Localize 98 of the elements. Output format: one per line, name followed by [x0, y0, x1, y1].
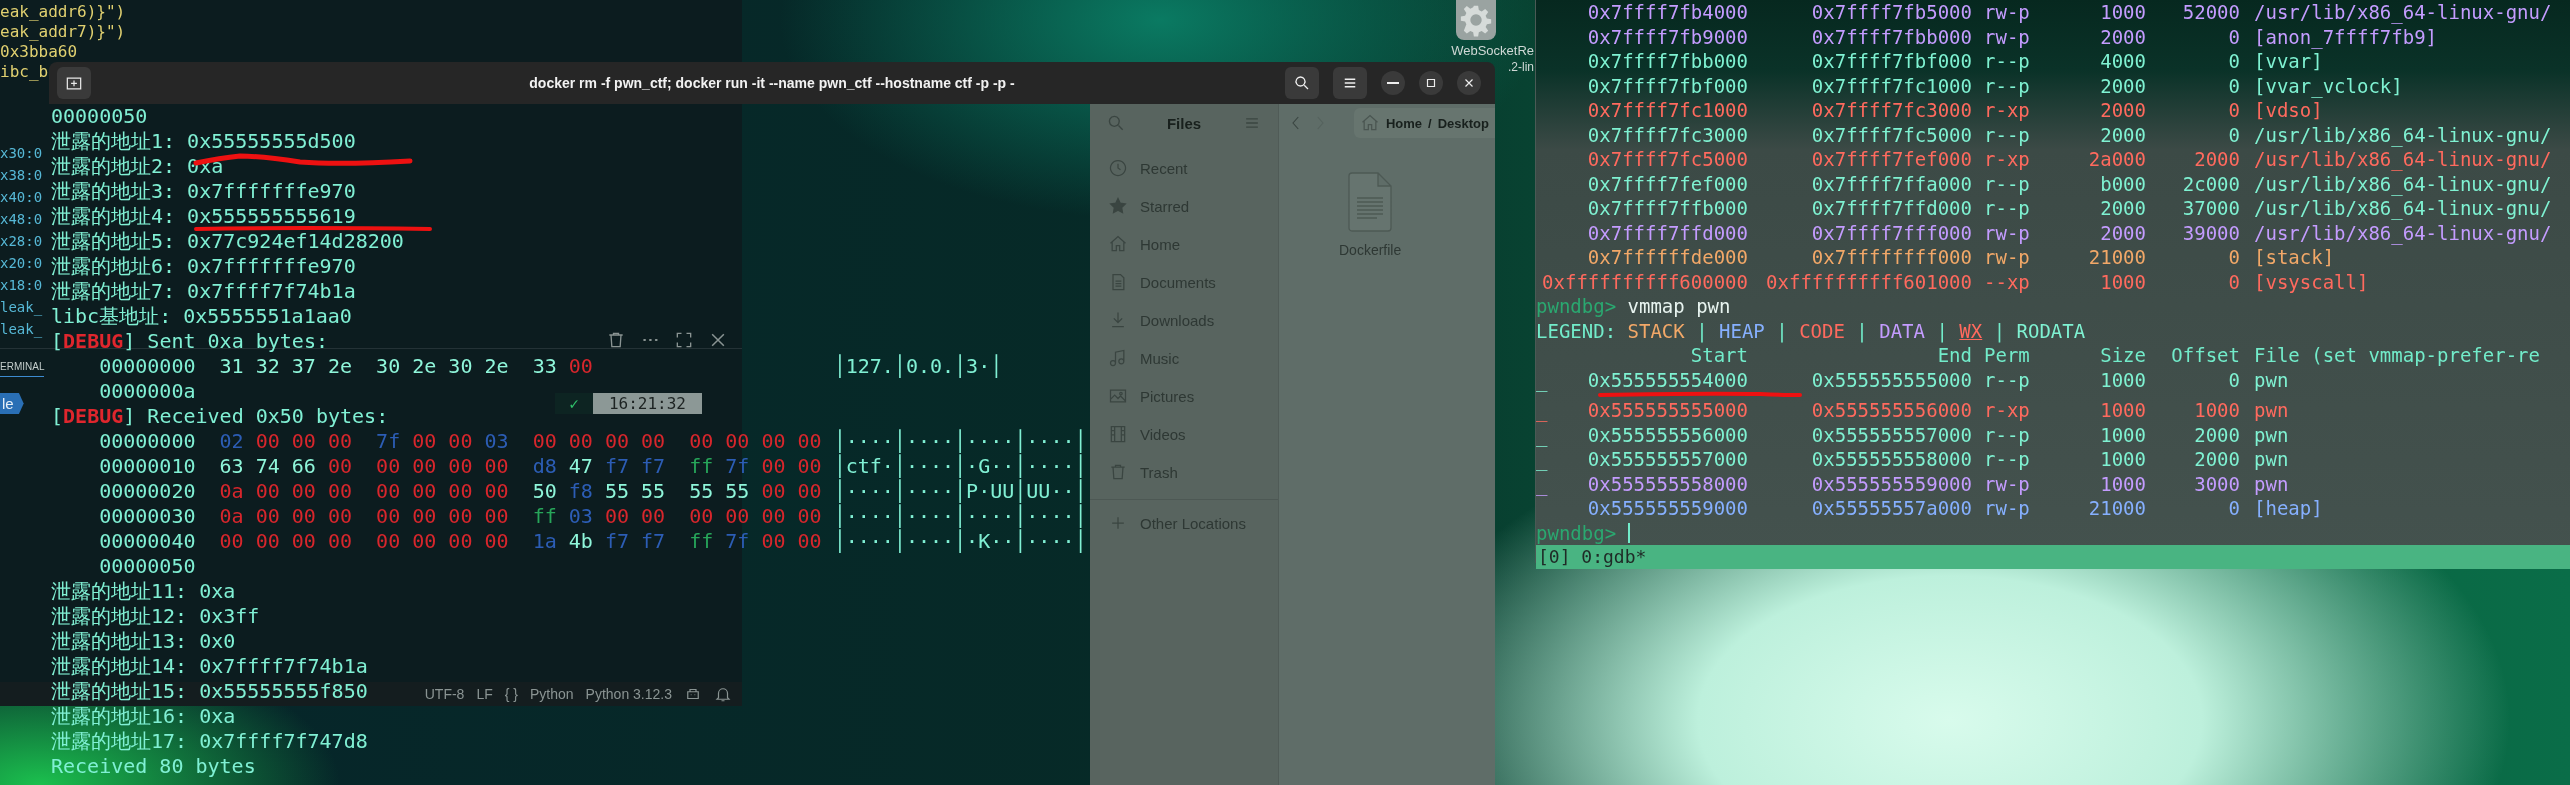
terminal-line: 泄露的地址3: 0x7fffffffe970: [51, 179, 356, 203]
time-segment: 16:21:32: [592, 393, 702, 414]
panel-tab[interactable]: ERMINAL: [0, 357, 45, 377]
terminal-line: 泄露的地址16: 0xa: [51, 704, 236, 728]
tmux-status-bar: [0] 0:gdb*: [1536, 545, 2570, 569]
hexdump-row-text: 00000050: [98, 554, 197, 579]
new-tab-button[interactable]: [57, 67, 91, 99]
desktop-icon-label[interactable]: WebSocketRe: [1451, 42, 1534, 59]
code-line: eak_addr6)}"): [0, 2, 126, 22]
hexdump-row-text: 0000000a: [98, 379, 197, 404]
terminal-line: 泄露的地址14: 0x7ffff7f74b1a: [51, 654, 368, 678]
terminal-line: [DEBUG] Sent 0xa bytes:: [51, 329, 328, 353]
terminal-line: 泄露的地址7: 0x7ffff7f74b1a: [51, 279, 356, 303]
memory-map-row-text: 0x7ffff7fc3000 0x7ffff7fc5000 r--p 2000 0 /usr/lib/x86_64-linux-gnu/: [1586, 122, 2553, 147]
code-line: x18:0: [0, 276, 43, 295]
terminal-line: 00000050: [51, 104, 148, 128]
film-icon: [1108, 424, 1128, 444]
memory-map-row-text: 0x555555559000 0x55555557a000 rw-p 21000 0 [heap]: [1586, 496, 2324, 521]
code-line: leak_: [0, 320, 43, 340]
window-title: docker rm -f pwn_ctf; docker run -it --name pwn_ctf --hostname ctf -p -p -: [529, 75, 1015, 91]
maximize-icon: [1424, 76, 1438, 90]
code-line: x28:0: [0, 232, 43, 251]
bell-icon[interactable]: [714, 685, 732, 703]
code-line: ibc_b: [0, 62, 49, 82]
table-header: Start End Perm Size Offset File (set vmmap-prefer-re: [1689, 343, 2541, 368]
trash-icon: [1108, 462, 1128, 482]
memory-map-row-text: 0x7ffff7ffd000 0x7ffff7fff000 rw-p 2000 39000 /usr/lib/x86_64-linux-gnu/: [1586, 220, 2553, 245]
breadcrumb-item[interactable]: Home: [1385, 115, 1423, 131]
memory-map-row-text: 0x7ffffffde000 0x7ffffffff000 rw-p 21000 0 [stack]: [1586, 245, 2336, 270]
memory-map-row-text: 0x7ffff7fbf000 0x7ffff7fc1000 r--p 2000 0 [vvar_vclock]: [1586, 73, 2404, 98]
hexdump-row-text: 00000000 31 32 37 2e 30 2e 30 2e 33 00 │127.│0.0.│3·│: [98, 354, 1003, 379]
memory-map-row-text: 0x7ffff7fbb000 0x7ffff7fbf000 r--p 4000 0 [vvar]: [1586, 49, 2324, 74]
hexdump-row-text: 00000040 00 00 00 00 00 00 00 00 1a 4b f7 f7 ff 7f 00 00 │····│····│·K··│····│: [98, 529, 1087, 554]
maximize-icon[interactable]: [674, 330, 694, 350]
close-button[interactable]: [1457, 71, 1481, 95]
code-line: eak_addr7)}"): [0, 22, 126, 42]
hexdump-row-text: 00000030 0a 00 00 00 00 00 00 00 ff 03 00 00 00 00 00 00 │····│····│····│····│: [98, 504, 1087, 529]
text-cursor: [1627, 522, 1630, 543]
prompt-line: pwndbg>: [1536, 520, 1617, 545]
memory-map-row-text: 0x7ffff7fb9000 0x7ffff7fbb000 rw-p 2000 0 [anon_7ffff7fb9]: [1586, 24, 2439, 49]
status-item[interactable]: Python 3.12.3: [585, 686, 672, 702]
terminal-line: 泄露的地址1: 0x55555555d500: [51, 129, 356, 153]
terminal-line: 泄露的地址13: 0x0: [51, 629, 236, 653]
status-item[interactable]: Python: [530, 686, 574, 702]
legend-line: LEGEND: STACK | HEAP | CODE | DATA | WX | RODATA: [1536, 318, 2087, 343]
memory-map-row-text: 0x7ffff7fb4000 0x7ffff7fb5000 rw-p 1000 52000 /usr/lib/x86_64-linux-gnu/: [1586, 0, 2553, 25]
terminal-line: 泄露的地址15: 0x55555555f850: [51, 679, 368, 703]
terminal-line: libc基地址: 0x5555551a1aa0: [51, 304, 352, 328]
status-item[interactable]: LF: [476, 686, 493, 702]
prompt-line: pwndbg> vmmap pwn: [1536, 294, 1732, 319]
search-button[interactable]: [1285, 67, 1319, 99]
app-title: Files: [1166, 114, 1202, 132]
terminal-line: 泄露的地址6: 0x7fffffffe970: [51, 254, 356, 278]
memory-map-row-text: _ 0x555555558000 0x555555559000 rw-p 1000 3000 pwn: [1536, 471, 2290, 496]
memory-map-row-text: 0x7ffff7fc5000 0x7ffff7fef000 r-xp 2a000 2000 /usr/lib/x86_64-linux-gnu/: [1586, 147, 2553, 172]
menu-button[interactable]: [1333, 67, 1367, 99]
minimize-button[interactable]: [1381, 71, 1405, 95]
memory-map-row-text: 0xffffffffff600000 0xffffffffff601000 --xp 1000 0 [vsyscall]: [1541, 269, 2370, 294]
tab-badge[interactable]: le: [0, 393, 24, 414]
breadcrumb-separator: /: [1428, 115, 1432, 131]
home-icon: [1359, 113, 1380, 133]
minimize-icon: [1387, 82, 1399, 84]
terminal-line: 泄露的地址11: 0xa: [51, 579, 236, 603]
terminal-line: 泄露的地址4: 0x555555555619: [51, 204, 356, 228]
status-segment: ✓: [555, 393, 593, 414]
terminal-line: 泄露的地址5: 0x77c924ef14d28200: [51, 229, 404, 253]
star-icon: [1108, 196, 1128, 216]
code-line: x20:0: [0, 254, 43, 273]
memory-map-row-text: 0x7ffff7fc1000 0x7ffff7fc3000 r-xp 2000 0 [vdso]: [1586, 98, 2324, 123]
memory-map-row-text: 0x7ffff7ffb000 0x7ffff7ffd000 r--p 2000 37000 /usr/lib/x86_64-linux-gnu/: [1586, 196, 2553, 221]
memory-map-row-text: 0x7ffff7fef000 0x7ffff7ffa000 r--p b000 2c000 /usr/lib/x86_64-linux-gnu/: [1586, 171, 2553, 196]
memory-map-row-text: _ 0x555555555000 0x555555556000 r-xp 1000 1000 pwn: [1536, 398, 2290, 423]
hexdump-row-text: 00000000 02 00 00 00 7f 00 00 03 00 00 00 00 00 00 00 00 │····│····│····│····│: [98, 429, 1087, 454]
breadcrumb-item[interactable]: Desktop: [1437, 115, 1489, 131]
status-item[interactable]: { }: [504, 686, 518, 702]
hexdump-row-text: 00000010 63 74 66 00 00 00 00 00 d8 47 f7 f7 ff 7f 00 00 │ctf·│····│·G··│····│: [98, 454, 1087, 479]
terminal-line: Received 80 bytes: [51, 754, 256, 778]
code-line: x40:0: [0, 188, 43, 207]
status-item[interactable]: UTF-8: [424, 686, 465, 702]
code-line: leak_: [0, 298, 43, 318]
memory-map-row-text: _ 0x555555557000 0x555555558000 r--p 1000 2000 pwn: [1536, 447, 2290, 472]
trash-icon[interactable]: [606, 330, 626, 350]
maximize-button[interactable]: [1419, 71, 1443, 95]
terminal-line: 泄露的地址12: 0x3ff: [51, 604, 260, 628]
home-icon: [1108, 234, 1128, 254]
terminal-line: 泄露的地址17: 0x7ffff7f747d8: [51, 729, 368, 753]
hexdump-row-text: 00000020 0a 00 00 00 00 00 00 00 50 f8 55 55 55 55 00 00 │····│····│P·UU│UU··│: [98, 479, 1087, 504]
code-line: x30:0: [0, 144, 43, 163]
desktop-icon-label[interactable]: .2-lin: [1508, 59, 1534, 76]
terminal-line: [DEBUG] Received 0x50 bytes:: [51, 404, 389, 428]
memory-map-row-text: _ 0x555555556000 0x555555557000 r--p 1000 2000 pwn: [1536, 422, 2290, 447]
code-line: x48:0: [0, 210, 43, 229]
search-icon: [1293, 74, 1311, 92]
code-line: 0x3bba60: [0, 42, 78, 62]
gear-icon[interactable]: [1456, 0, 1496, 40]
code-line: x38:0: [0, 166, 43, 185]
clock-icon: [1108, 158, 1128, 178]
memory-map-row-text: _ 0x555555554000 0x555555555000 r--p 1000 0 pwn: [1536, 367, 2290, 392]
